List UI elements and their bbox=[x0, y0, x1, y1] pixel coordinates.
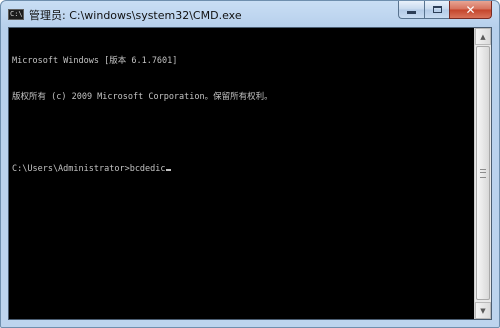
minimize-icon bbox=[407, 11, 416, 14]
maximize-button[interactable] bbox=[424, 1, 449, 19]
text-cursor bbox=[165, 169, 171, 171]
title-bar[interactable]: C:\ 管理员: C:\windows\system32\CMD.exe ✕ bbox=[1, 1, 499, 27]
maximize-icon bbox=[432, 6, 442, 13]
minimize-button[interactable] bbox=[398, 1, 424, 19]
scroll-up-arrow-icon: ▲ bbox=[480, 32, 486, 41]
caption-buttons: ✕ bbox=[398, 1, 492, 20]
console-output[interactable]: Microsoft Windows [版本 6.1.7601] 版权所有 (c)… bbox=[12, 31, 467, 317]
scroll-thumb[interactable] bbox=[476, 46, 490, 300]
scroll-down-arrow-icon: ▼ bbox=[480, 306, 486, 315]
cmd-window: C:\ 管理员: C:\windows\system32\CMD.exe ✕ M… bbox=[0, 0, 500, 328]
console-line-prompt[interactable]: C:\Users\Administrator>bcdedic bbox=[12, 163, 467, 175]
console-line-blank bbox=[12, 127, 467, 139]
thumb-grip-icon bbox=[480, 169, 486, 178]
vertical-scrollbar[interactable]: ▲ ▼ bbox=[474, 28, 491, 319]
prompt-command-text: C:\Users\Administrator>bcdedic bbox=[12, 164, 166, 174]
console-line-version: Microsoft Windows [版本 6.1.7601] bbox=[12, 56, 178, 66]
scroll-down-button[interactable]: ▼ bbox=[475, 302, 491, 319]
console-line-copyright: 版权所有 (c) 2009 Microsoft Corporation。保留所有… bbox=[12, 92, 273, 102]
cmd-app-icon[interactable]: C:\ bbox=[8, 9, 24, 20]
console-area[interactable]: Microsoft Windows [版本 6.1.7601] 版权所有 (c)… bbox=[8, 27, 492, 320]
close-icon: ✕ bbox=[465, 2, 476, 17]
window-title: 管理员: C:\windows\system32\CMD.exe bbox=[29, 9, 242, 22]
scroll-up-button[interactable]: ▲ bbox=[475, 28, 491, 45]
close-button[interactable]: ✕ bbox=[449, 1, 492, 19]
